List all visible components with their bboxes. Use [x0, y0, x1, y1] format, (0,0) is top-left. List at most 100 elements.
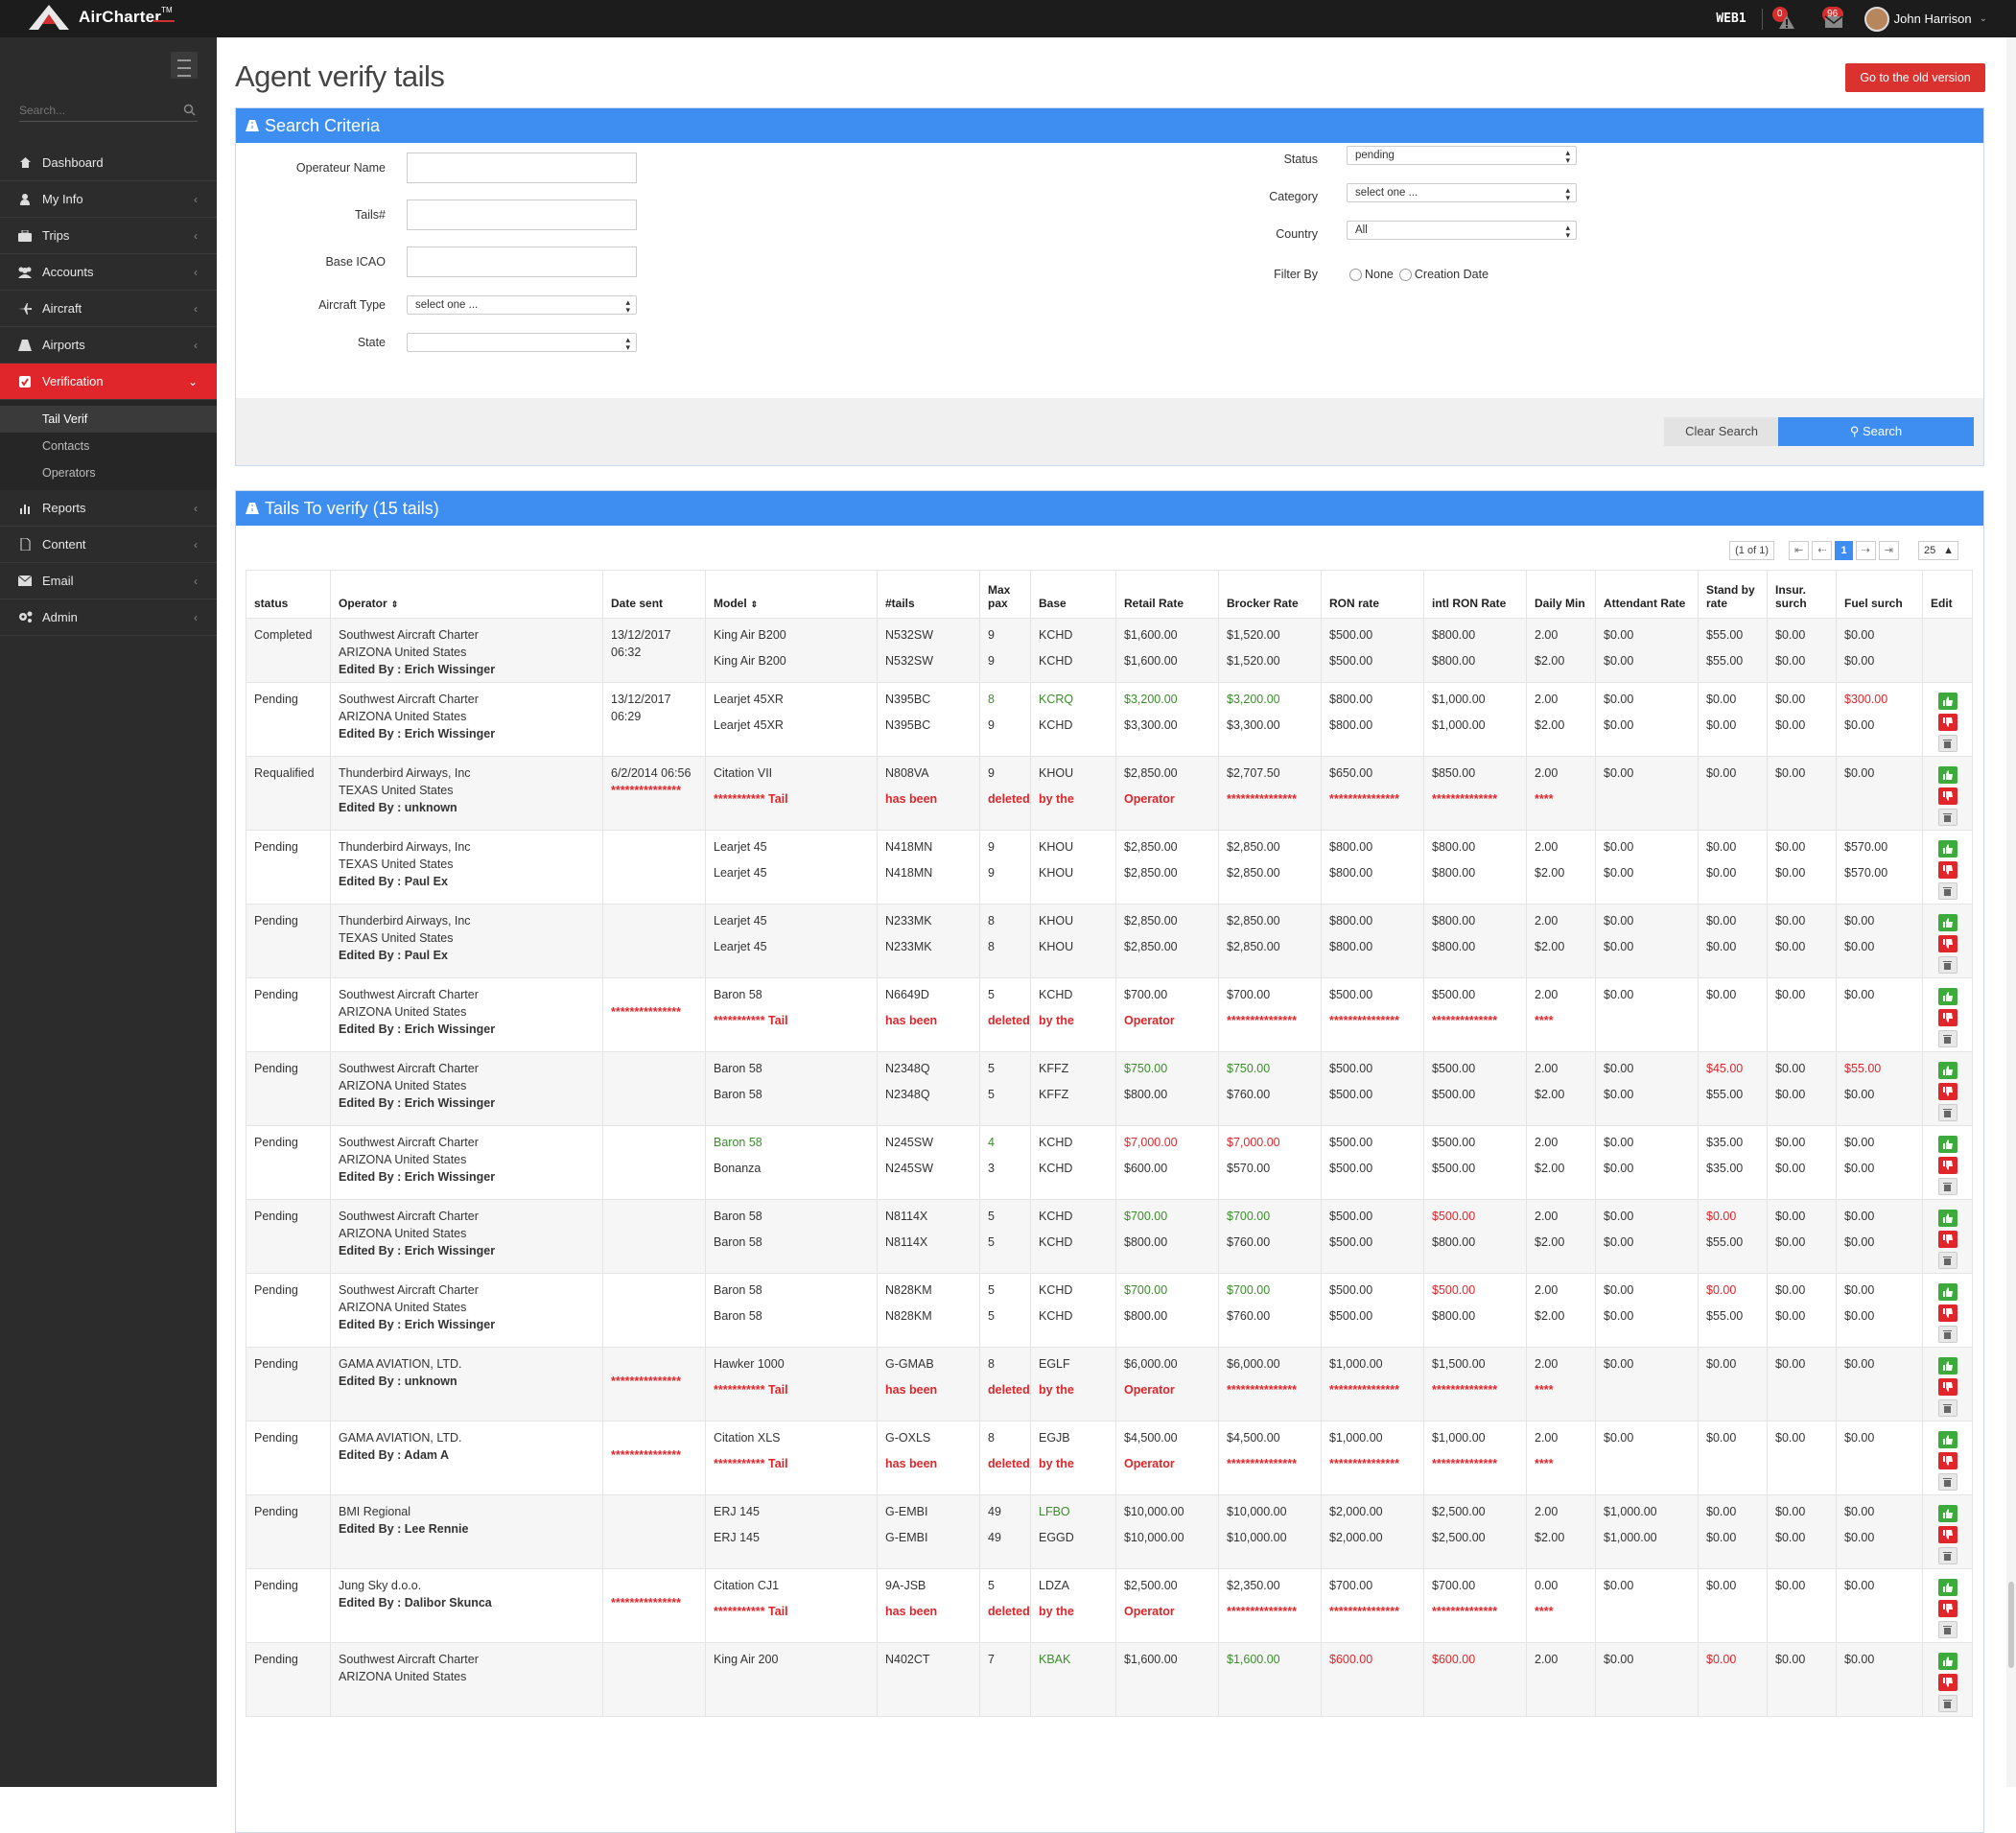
- submenu-item-contacts[interactable]: Contacts: [0, 433, 217, 459]
- approve-button[interactable]: [1937, 1653, 1957, 1670]
- reject-button[interactable]: [1937, 1674, 1957, 1691]
- reject-button[interactable]: [1937, 1600, 1957, 1617]
- sidebar-search-input[interactable]: [19, 101, 173, 120]
- delete-button[interactable]: [1937, 1326, 1957, 1343]
- vertical-scrollbar[interactable]: [2006, 37, 2016, 1787]
- base-icao-input[interactable]: [407, 247, 637, 277]
- insur-surch-cell: $0.00 $0.00: [1767, 682, 1837, 757]
- logo[interactable]: AirCharter TM: [27, 3, 175, 32]
- search-icon[interactable]: [183, 104, 196, 116]
- submenu-item-operators[interactable]: Operators: [0, 459, 217, 486]
- column-header-operator[interactable]: Operator ⇕: [330, 570, 603, 619]
- reject-button[interactable]: [1937, 787, 1957, 805]
- reject-button[interactable]: [1937, 1378, 1957, 1396]
- delete-button[interactable]: [1937, 1030, 1957, 1047]
- delete-button[interactable]: [1937, 1547, 1957, 1564]
- delete-button[interactable]: [1937, 1252, 1957, 1269]
- pager-prev-button[interactable]: ⇠: [1812, 541, 1833, 560]
- approve-button[interactable]: [1937, 693, 1957, 710]
- scrollbar-thumb[interactable]: [2008, 1582, 2014, 1668]
- filter-none-option[interactable]: None: [1349, 268, 1394, 282]
- approve-button[interactable]: [1937, 988, 1957, 1005]
- reject-button[interactable]: [1937, 714, 1957, 731]
- column-header-model[interactable]: Model ⇕: [705, 570, 878, 619]
- approve-button[interactable]: [1937, 1579, 1957, 1596]
- status-select[interactable]: pending ▴ ▾: [1347, 146, 1577, 165]
- divider: [1761, 8, 1763, 30]
- approve-button[interactable]: [1937, 766, 1957, 784]
- approve-button[interactable]: [1937, 1505, 1957, 1522]
- delete-button[interactable]: [1937, 1178, 1957, 1195]
- user-menu[interactable]: John Harrison ⌄: [1864, 6, 1987, 32]
- radio-creation-date[interactable]: [1398, 269, 1412, 282]
- sidebar-item-dashboard[interactable]: Dashboard: [0, 145, 217, 181]
- approve-button[interactable]: [1937, 1062, 1957, 1079]
- status-cell: Pending: [246, 1642, 331, 1717]
- tails-input[interactable]: [407, 200, 637, 230]
- page-size-select[interactable]: 25 ▲: [1918, 541, 1958, 560]
- edit-cell: [1922, 756, 1973, 831]
- delete-button[interactable]: [1937, 1104, 1957, 1121]
- fuel-surch-value: $0.00: [1844, 1505, 1875, 1518]
- sidebar-item-aircraft[interactable]: Aircraft ‹: [0, 291, 217, 327]
- clear-search-button[interactable]: Clear Search: [1664, 417, 1779, 446]
- reject-button[interactable]: [1937, 1231, 1957, 1248]
- sidebar-item-my-info[interactable]: My Info ‹: [0, 181, 217, 218]
- messages-button[interactable]: 96: [1818, 5, 1847, 34]
- delete-button[interactable]: [1937, 1399, 1957, 1417]
- reject-button[interactable]: [1937, 1452, 1957, 1469]
- approve-button[interactable]: [1937, 1136, 1957, 1153]
- delete-button[interactable]: [1937, 735, 1957, 752]
- sidebar-item-trips[interactable]: Trips ‹: [0, 218, 217, 254]
- reject-button[interactable]: [1937, 1304, 1957, 1322]
- delete-button[interactable]: [1937, 956, 1957, 974]
- delete-button[interactable]: [1937, 882, 1957, 900]
- aircraft-type-select[interactable]: select one ... ▴ ▾: [407, 295, 637, 315]
- sidebar-item-accounts[interactable]: Accounts ‹: [0, 254, 217, 291]
- reject-button[interactable]: [1937, 1526, 1957, 1543]
- operator-name-input[interactable]: [407, 153, 637, 183]
- reject-button[interactable]: [1937, 1083, 1957, 1100]
- submenu-item-tail-verif[interactable]: Tail Verif: [0, 406, 217, 433]
- country-select[interactable]: All ▴ ▾: [1347, 221, 1577, 240]
- pager-page-1[interactable]: 1: [1835, 541, 1853, 560]
- reject-button[interactable]: [1937, 935, 1957, 952]
- reject-button[interactable]: [1937, 1157, 1957, 1174]
- state-select[interactable]: ▴ ▾: [407, 333, 637, 352]
- approve-button[interactable]: [1937, 1283, 1957, 1301]
- delete-button[interactable]: [1937, 1695, 1957, 1712]
- deleted-marker: ***************: [1329, 792, 1399, 806]
- approve-button[interactable]: [1937, 1431, 1957, 1448]
- pager-first-button[interactable]: ⇤: [1789, 541, 1810, 560]
- status-value: Pending: [254, 1431, 298, 1445]
- pager-last-button[interactable]: ⇥: [1878, 541, 1899, 560]
- sidebar-item-reports[interactable]: Reports ‹: [0, 490, 217, 527]
- search-button[interactable]: ⚲ Search: [1778, 417, 1974, 446]
- sidebar-item-email[interactable]: Email ‹: [0, 563, 217, 599]
- old-version-button[interactable]: Go to the old version: [1845, 63, 1985, 92]
- sort-icon[interactable]: ⇕: [751, 599, 759, 609]
- approve-button[interactable]: [1937, 1210, 1957, 1227]
- reject-button[interactable]: [1937, 1009, 1957, 1026]
- fuel-surch-value-2: $570.00: [1844, 866, 1888, 880]
- approve-button[interactable]: [1937, 1357, 1957, 1375]
- sort-icon[interactable]: ⇕: [391, 599, 399, 609]
- sidebar-item-admin[interactable]: Admin ‹: [0, 599, 217, 636]
- approve-button[interactable]: [1937, 914, 1957, 931]
- daily-min-value: 2.00: [1535, 628, 1559, 642]
- sidebar-item-content[interactable]: Content ‹: [0, 527, 217, 563]
- filter-creation-option[interactable]: Creation Date: [1398, 268, 1489, 282]
- sidebar-item-verification[interactable]: Verification ⌄: [0, 364, 217, 400]
- delete-button[interactable]: [1937, 809, 1957, 826]
- model-value-2: Learjet 45: [714, 940, 767, 953]
- pager-next-button[interactable]: ⇢: [1855, 541, 1876, 560]
- delete-button[interactable]: [1937, 1473, 1957, 1491]
- radio-none[interactable]: [1349, 269, 1362, 282]
- sidebar-item-airports[interactable]: Airports ‹: [0, 327, 217, 364]
- delete-button[interactable]: [1937, 1621, 1957, 1638]
- reject-button[interactable]: [1937, 861, 1957, 879]
- category-select[interactable]: select one ... ▴ ▾: [1347, 183, 1577, 202]
- sidebar-toggle-button[interactable]: [171, 52, 198, 79]
- alerts-button[interactable]: 0: [1771, 5, 1801, 34]
- approve-button[interactable]: [1937, 840, 1957, 858]
